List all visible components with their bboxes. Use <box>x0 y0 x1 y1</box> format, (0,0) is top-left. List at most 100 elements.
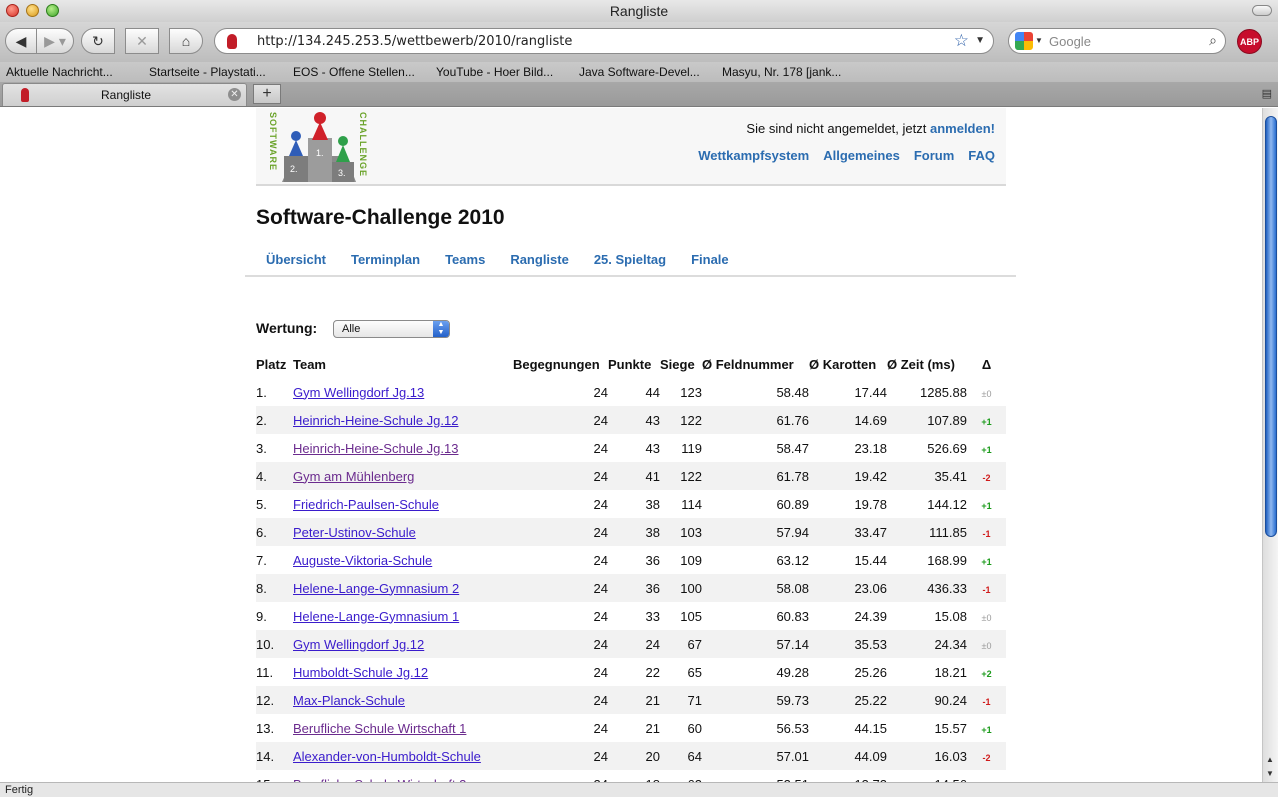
team-link[interactable]: Humboldt-Schule Jg.12 <box>293 665 428 680</box>
begegnungen-cell: 24 <box>513 770 608 783</box>
url-text[interactable]: http://134.245.253.5/wettbewerb/2010/ran… <box>257 34 572 49</box>
google-engine-icon[interactable] <box>1015 32 1033 50</box>
rank-cell: 1. <box>256 384 267 400</box>
team-link[interactable]: Peter-Ustinov-Schule <box>293 525 416 540</box>
feldnummer-cell: 58.48 <box>776 384 809 400</box>
table-row: 3. Heinrich-Heine-Schule Jg.13 24 43 119 58.4… <box>256 434 1006 462</box>
column-header-zeit: Ø Zeit (ms) <box>887 356 955 372</box>
scroll-down-arrow-icon[interactable]: ▼ <box>1266 769 1274 778</box>
toolbar-toggle-button[interactable] <box>1252 5 1272 16</box>
subnav-rangliste[interactable]: Rangliste <box>510 252 569 275</box>
siege-cell: 122 <box>660 462 702 490</box>
punkte-cell: 36 <box>608 574 660 602</box>
bookmark-item[interactable]: EOS - Offene Stellen... <box>293 65 415 79</box>
software-challenge-logo[interactable]: SOFTWARE CHALLENGE 1. 2. 3. <box>268 110 370 184</box>
karotten-cell: 25.26 <box>854 664 887 680</box>
close-window-button[interactable] <box>6 4 19 17</box>
tab-favicon-icon <box>21 88 29 102</box>
login-link[interactable]: anmelden! <box>930 121 995 136</box>
svg-text:2.: 2. <box>290 164 298 174</box>
nav-forum[interactable]: Forum <box>914 148 954 163</box>
begegnungen-cell: 24 <box>513 518 608 546</box>
wertung-select[interactable]: Alle ▲ ▼ <box>333 320 450 338</box>
table-row: 12. Max-Planck-Schule 24 21 71 59.73 25.22 90.2… <box>256 686 1006 714</box>
rank-cell: 4. <box>256 462 293 490</box>
nav-allgemeines[interactable]: Allgemeines <box>823 148 900 163</box>
begegnungen-cell: 24 <box>593 720 608 736</box>
rank-cell: 11. <box>256 664 274 680</box>
search-icon[interactable]: ⌕ <box>1209 32 1217 49</box>
minimize-window-button[interactable] <box>26 4 39 17</box>
rank-cell: 10. <box>256 630 293 658</box>
team-link[interactable]: Helene-Lange-Gymnasium 2 <box>293 581 459 596</box>
site-favicon-icon <box>227 34 237 49</box>
nav-faq[interactable]: FAQ <box>968 148 995 163</box>
engine-dropdown-icon[interactable]: ▼ <box>1035 36 1043 45</box>
bookmark-item[interactable]: YouTube - Hoer Bild... <box>436 65 553 79</box>
zoom-window-button[interactable] <box>46 4 59 17</box>
team-link[interactable]: Gym Wellingdorf Jg.13 <box>293 385 424 400</box>
rank-cell: 3. <box>256 440 267 456</box>
bookmark-item[interactable]: Startseite - Playstati... <box>149 65 266 79</box>
table-row: 13. Berufliche Schule Wirtschaft 1 24 21 60 5… <box>256 714 1006 742</box>
table-row: 7. Auguste-Viktoria-Schule 24 36 109 63.12 15.… <box>256 546 1006 574</box>
tab-rangliste[interactable]: Rangliste ✕ <box>2 83 247 106</box>
subnav-teams[interactable]: Teams <box>445 252 485 275</box>
subnav-spieltag[interactable]: 25. Spieltag <box>594 252 666 275</box>
rank-change-badge: ±0 <box>981 388 992 399</box>
adblock-plus-button[interactable]: ABP <box>1237 29 1262 54</box>
rank-change-badge: -1 <box>982 528 991 539</box>
karotten-cell: 24.39 <box>854 608 887 624</box>
stop-button[interactable]: ✕ <box>125 28 159 54</box>
team-link[interactable]: Gym am Mühlenberg <box>293 469 414 484</box>
zeit-cell: 144.12 <box>927 496 967 512</box>
begegnungen-cell: 24 <box>513 742 608 770</box>
scrollbar-thumb[interactable] <box>1265 116 1277 537</box>
tab-close-icon[interactable]: ✕ <box>228 88 241 101</box>
home-button[interactable]: ⌂ <box>169 28 203 54</box>
bookmark-item[interactable]: Aktuelle Nachricht... <box>6 65 113 79</box>
team-link[interactable]: Helene-Lange-Gymnasium 1 <box>293 609 459 624</box>
subnav-uebersicht[interactable]: Übersicht <box>266 252 326 275</box>
punkte-cell: 43 <box>645 440 660 456</box>
team-link[interactable]: Heinrich-Heine-Schule Jg.12 <box>293 413 458 428</box>
delta-cell: -2 <box>967 742 1006 770</box>
siege-cell: 119 <box>681 440 702 456</box>
team-link[interactable]: Gym Wellingdorf Jg.12 <box>293 637 424 652</box>
new-tab-button[interactable]: + <box>253 84 281 104</box>
team-link[interactable]: Auguste-Viktoria-Schule <box>293 553 432 568</box>
status-bar: Fertig <box>0 782 1278 797</box>
back-button[interactable]: ◀ <box>5 28 37 54</box>
url-bar[interactable]: http://134.245.253.5/wettbewerb/2010/ran… <box>214 28 994 54</box>
tab-list-icon[interactable]: ▤ <box>1262 87 1272 100</box>
search-placeholder[interactable]: Google <box>1049 34 1091 49</box>
search-box[interactable]: ▼ Google ⌕ <box>1008 28 1226 54</box>
scroll-up-arrow-icon[interactable]: ▲ <box>1266 755 1274 764</box>
zeit-cell: 16.03 <box>887 742 967 770</box>
subnav-terminplan[interactable]: Terminplan <box>351 252 420 275</box>
nav-wettkampfsystem[interactable]: Wettkampfsystem <box>698 148 809 163</box>
siege-cell: 64 <box>660 742 702 770</box>
team-link[interactable]: Friedrich-Paulsen-Schule <box>293 497 439 512</box>
team-cell: Heinrich-Heine-Schule Jg.13 <box>293 434 513 462</box>
siege-cell: 114 <box>681 496 702 512</box>
delta-cell: -1 <box>967 518 1006 546</box>
bookmark-star-icon[interactable]: ☆ <box>954 31 969 51</box>
feldnummer-cell: 58.08 <box>702 574 809 602</box>
rank-change-badge: -1 <box>982 696 991 707</box>
team-link[interactable]: Alexander-von-Humboldt-Schule <box>293 749 481 764</box>
url-history-dropdown-icon[interactable]: ▼ <box>975 35 985 46</box>
page-scrollbar[interactable]: ▲ ▼ <box>1262 108 1278 782</box>
team-link[interactable]: Berufliche Schule Wirtschaft 1 <box>293 721 466 736</box>
bookmark-item[interactable]: Masyu, Nr. 178 [jank... <box>722 65 841 79</box>
reload-icon: ↻ <box>92 32 104 49</box>
zeit-cell: 90.24 <box>887 686 967 714</box>
bookmark-item[interactable]: Java Software-Devel... <box>579 65 700 79</box>
subnav-finale[interactable]: Finale <box>691 252 729 275</box>
reload-button[interactable]: ↻ <box>81 28 115 54</box>
team-link[interactable]: Heinrich-Heine-Schule Jg.13 <box>293 441 458 456</box>
tab-title[interactable]: Rangliste <box>101 88 151 102</box>
team-cell: Friedrich-Paulsen-Schule <box>293 490 513 518</box>
team-link[interactable]: Max-Planck-Schule <box>293 693 405 708</box>
forward-button[interactable]: ▶ ▾ <box>36 28 74 54</box>
